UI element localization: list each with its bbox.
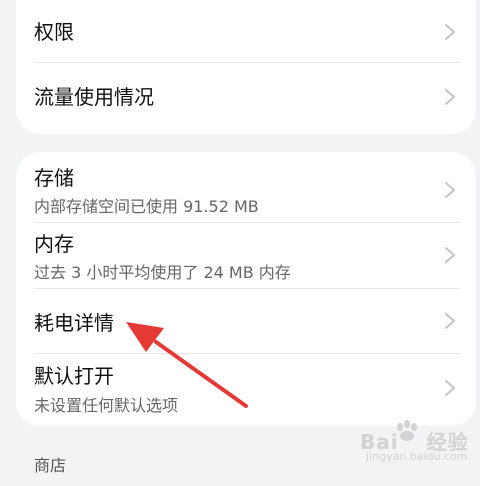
settings-item-label: 存储 [34,166,74,190]
chevron-right-icon [445,24,455,40]
watermark: Bai 经验 jingyan.baidu.com [360,420,469,463]
settings-item-subtitle: 过去 3 小时平均使用了 24 MB 内存 [34,263,291,282]
settings-item-label: 默认打开 [34,364,114,388]
chevron-right-icon [445,89,455,105]
divider [34,62,460,63]
settings-item-label: 流量使用情况 [34,85,154,109]
chevron-right-icon [445,182,455,198]
settings-item-label: 内存 [34,232,74,256]
watermark-sub: jingyan.baidu.com [366,450,468,463]
settings-item-storage[interactable]: 存储 内部存储空间已使用 91.52 MB [16,152,476,222]
settings-item-subtitle: 内部存储空间已使用 91.52 MB [34,197,259,216]
section-label-store: 商店 [34,456,67,475]
chevron-right-icon [445,247,455,263]
settings-item-label: 权限 [34,20,74,44]
settings-item-label: 耗电详情 [34,311,114,335]
settings-item-data-usage[interactable]: 流量使用情况 [16,64,476,128]
settings-item-memory[interactable]: 内存 过去 3 小时平均使用了 24 MB 内存 [16,223,476,288]
settings-item-permissions[interactable]: 权限 [16,0,476,64]
chevron-right-icon [445,380,455,396]
paw-logo-icon [397,420,417,441]
settings-card-top: 权限 流量使用情况 [16,0,476,134]
red-arrow-icon [126,322,248,408]
chevron-right-icon [445,313,455,329]
